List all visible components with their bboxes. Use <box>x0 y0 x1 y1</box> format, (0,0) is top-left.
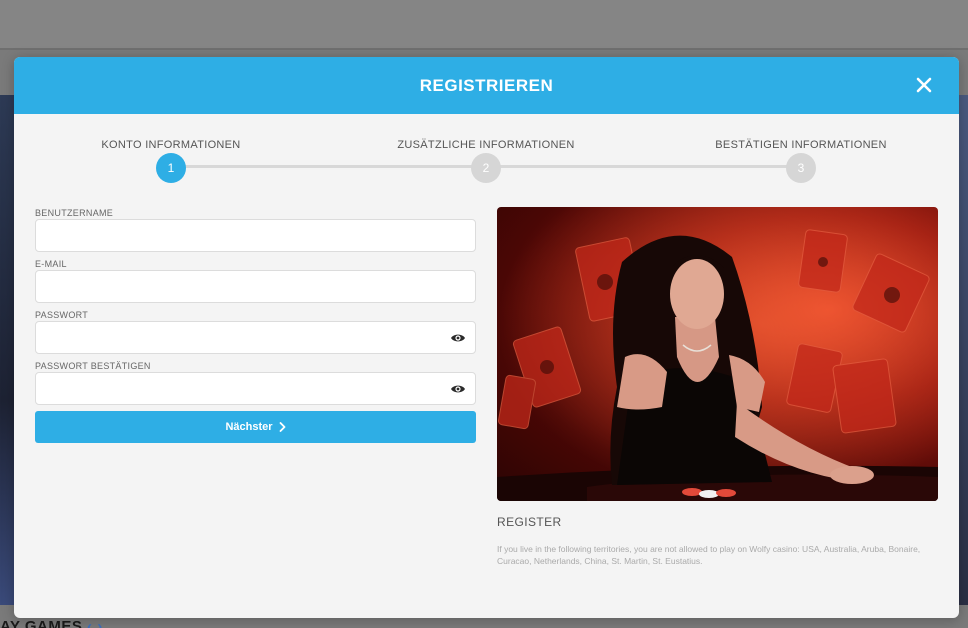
step-2-circle[interactable]: 2 <box>471 153 501 183</box>
step-1-circle[interactable]: 1 <box>156 153 186 183</box>
registration-form: BENUTZERNAME E-MAIL PASSWORT PASSWORT BE… <box>35 207 476 443</box>
email-field-wrapper <box>35 270 476 303</box>
eye-icon[interactable] <box>450 383 466 395</box>
username-field-wrapper <box>35 219 476 252</box>
step-3-label: BESTÄTIGEN INFORMATIONEN <box>715 139 887 151</box>
close-icon[interactable] <box>915 76 933 94</box>
promo-heading: REGISTER <box>497 515 562 529</box>
password-confirm-input[interactable] <box>36 373 475 404</box>
password-confirm-label: PASSWORT BESTÄTIGEN <box>35 361 151 371</box>
chevron-right-icon <box>279 422 285 432</box>
background-section-title-text: AY GAMES <box>0 618 83 628</box>
register-modal: REGISTRIEREN KONTO INFORMATIONEN 1 ZUSÄT… <box>14 57 959 618</box>
step-3-circle[interactable]: 3 <box>786 153 816 183</box>
eye-icon[interactable] <box>450 332 466 344</box>
modal-title: REGISTRIEREN <box>419 75 554 95</box>
step-3: BESTÄTIGEN INFORMATIONEN <box>651 138 951 151</box>
background-right-strip <box>959 95 968 605</box>
background-left-strip <box>0 95 14 605</box>
email-input[interactable] <box>36 271 475 302</box>
step-2-label: ZUSÄTZLICHE INFORMATIONEN <box>397 139 575 151</box>
background-section-title: AY GAMES ‹ › <box>0 618 103 628</box>
step-1: KONTO INFORMATIONEN <box>21 138 321 151</box>
background-section-arrows: ‹ › <box>87 618 103 628</box>
next-button-label: Nächster <box>225 421 273 433</box>
promo-image <box>497 207 938 501</box>
next-button[interactable]: Nächster <box>35 411 476 443</box>
password-label: PASSWORT <box>35 310 89 320</box>
modal-header: REGISTRIEREN <box>14 57 959 114</box>
username-label: BENUTZERNAME <box>35 208 114 218</box>
step-1-label: KONTO INFORMATIONEN <box>101 139 241 151</box>
username-input[interactable] <box>36 220 475 251</box>
background-header <box>0 0 968 50</box>
email-label: E-MAIL <box>35 259 67 269</box>
password-input[interactable] <box>36 322 475 353</box>
password-confirm-field-wrapper <box>35 372 476 405</box>
territory-disclaimer: If you live in the following territories… <box>497 544 921 566</box>
step-2: ZUSÄTZLICHE INFORMATIONEN <box>336 138 636 151</box>
promo-illustration <box>497 207 938 501</box>
password-field-wrapper <box>35 321 476 354</box>
